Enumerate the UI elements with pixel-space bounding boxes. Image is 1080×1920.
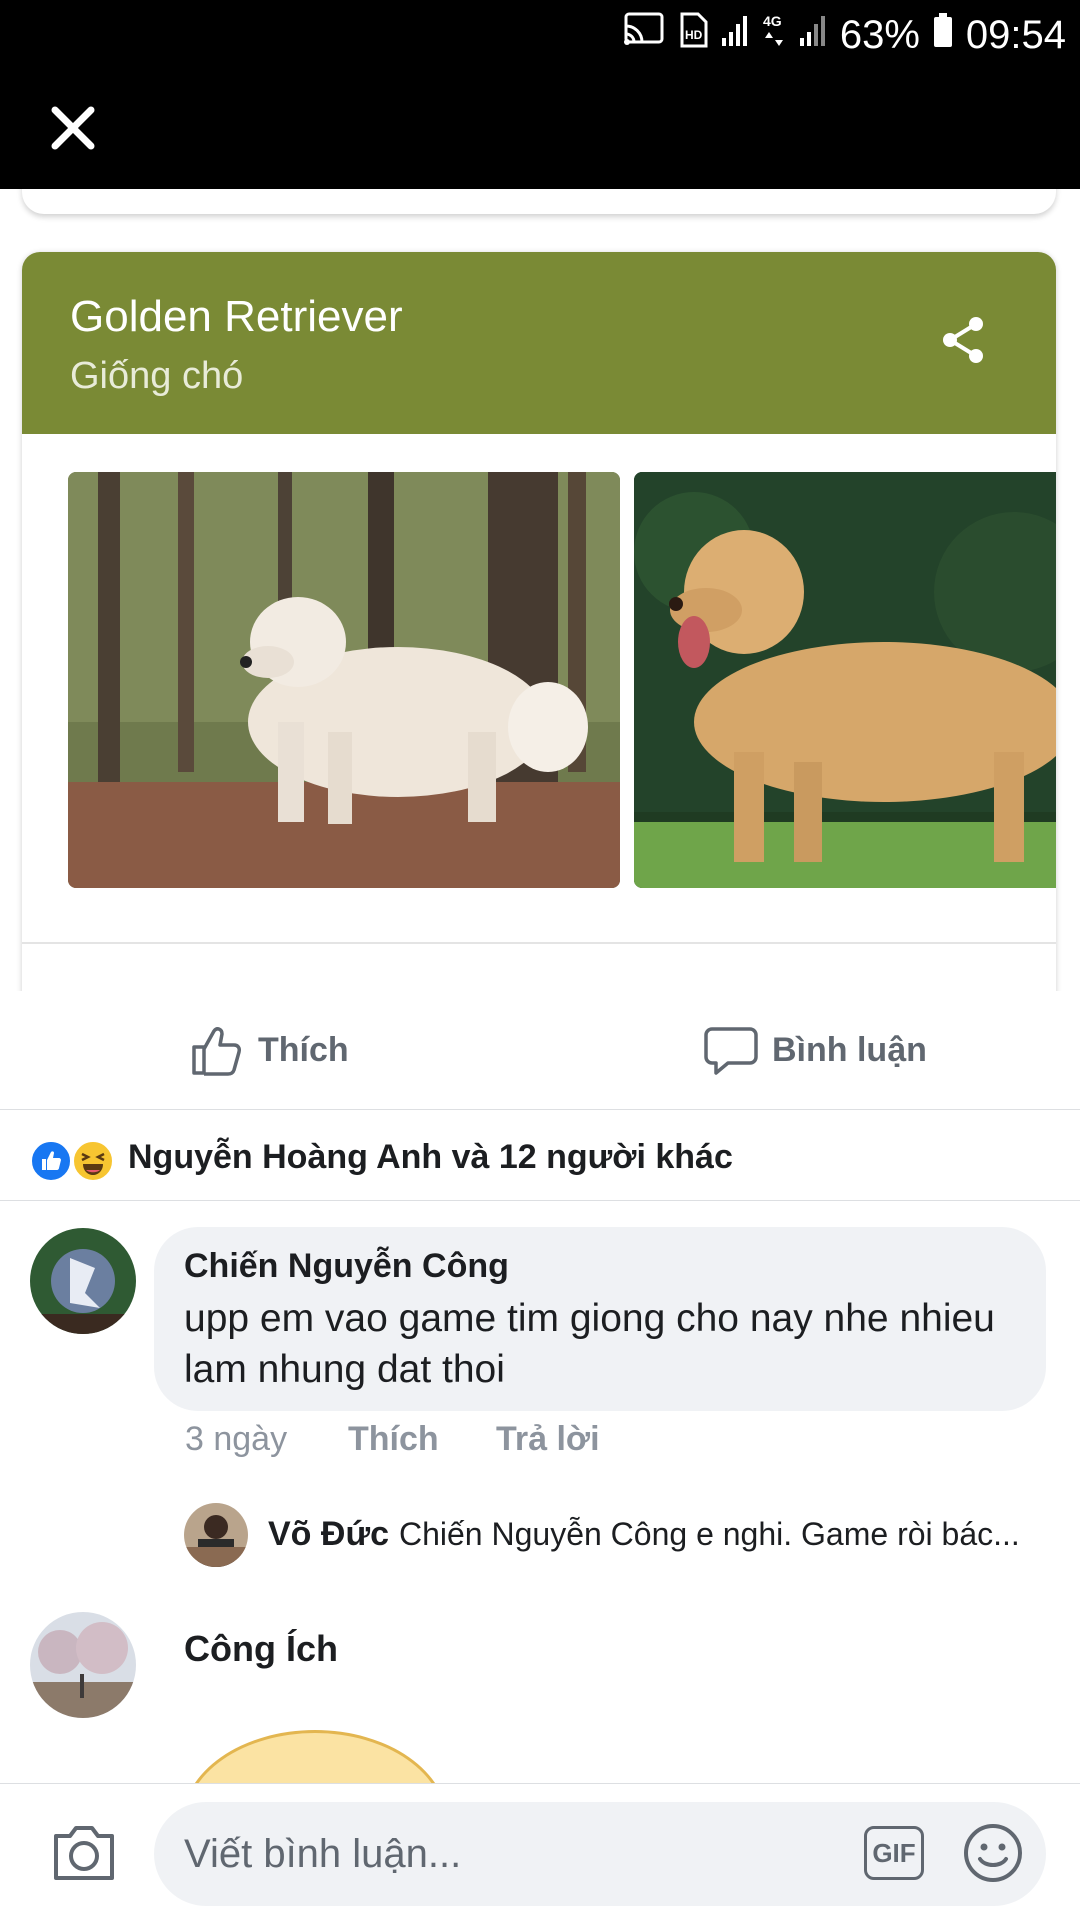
comment-icon	[704, 1027, 758, 1075]
like-button[interactable]: Thích	[190, 1015, 349, 1085]
comment-author[interactable]: Chiến Nguyễn Công	[184, 1247, 509, 1286]
signal-icon	[720, 13, 750, 58]
comment-placeholder: Viết bình luận...	[184, 1832, 462, 1876]
like-reaction-icon	[30, 1140, 72, 1182]
comment-composer: Viết bình luận... GIF	[0, 1783, 1080, 1920]
post-actions: Thích Bình luận	[0, 991, 1080, 1110]
haha-reaction-icon	[72, 1140, 114, 1182]
like-label: Thích	[258, 1030, 349, 1069]
reply-body: Chiến Nguyễn Công e nghi. Game ròi bác..…	[398, 1516, 1020, 1552]
battery-icon	[932, 12, 954, 58]
reply-author: Võ Đức	[268, 1515, 389, 1553]
avatar	[184, 1503, 248, 1567]
signal-icon	[798, 13, 828, 58]
emoji-button[interactable]	[962, 1822, 1024, 1884]
knowledge-card-header: Golden Retriever Giống chó	[22, 252, 1056, 434]
top-bar: HD 4G 63% 09:54	[0, 0, 1080, 189]
avatar[interactable]	[30, 1228, 136, 1334]
comment-author[interactable]: Công Ích	[184, 1628, 338, 1670]
reactions-summary[interactable]: Nguyễn Hoàng Anh và 12 người khác	[0, 1110, 1080, 1201]
svg-text:HD: HD	[685, 28, 703, 42]
camera-icon	[54, 1826, 114, 1880]
shared-image[interactable]: Golden Retriever Giống chó	[0, 189, 1080, 991]
knowledge-card-subtitle: Giống chó	[70, 355, 244, 397]
previous-card	[22, 189, 1056, 214]
comment-like-link[interactable]: Thích	[348, 1420, 439, 1459]
emoji-icon	[964, 1824, 1022, 1882]
dog-photo-forest	[68, 472, 620, 888]
battery-percent: 63%	[839, 12, 920, 57]
avatar[interactable]	[30, 1612, 136, 1718]
share-icon	[938, 314, 990, 366]
comment-text: upp em vao game tim giong cho nay nhe nh…	[184, 1297, 995, 1391]
close-icon	[51, 106, 95, 150]
gif-button[interactable]: GIF	[864, 1826, 924, 1880]
reactions-text[interactable]: Nguyễn Hoàng Anh và 12 người khác	[128, 1138, 733, 1177]
comment-reply-link[interactable]: Trả lời	[496, 1420, 600, 1459]
comment-time: 3 ngày	[185, 1420, 288, 1458]
clock: 09:54	[965, 12, 1066, 57]
camera-button[interactable]	[50, 1820, 118, 1884]
comment-label: Bình luận	[772, 1030, 927, 1069]
screen: HD 4G 63% 09:54 Golden Retriever Giống c…	[0, 0, 1080, 1920]
reaction-icons	[30, 1140, 120, 1182]
thumbs-up-icon	[192, 1027, 241, 1076]
reply-preview[interactable]: Võ Đức Chiến Nguyễn Công e nghi. Game ròi…	[184, 1503, 1044, 1569]
dog-photo-grass	[634, 472, 1056, 888]
card-divider	[22, 942, 1056, 944]
network-4g-icon: 4G	[762, 12, 786, 58]
status-bar: HD 4G 63% 09:54	[622, 10, 1066, 60]
knowledge-card-title: Golden Retriever	[70, 292, 403, 341]
comment-button[interactable]: Bình luận	[704, 1015, 927, 1085]
comment-input[interactable]: Viết bình luận... GIF	[154, 1802, 1046, 1906]
close-button[interactable]	[40, 95, 106, 161]
network-label: 4G	[763, 13, 782, 29]
reply-text: Võ Đức Chiến Nguyễn Công e nghi. Game ròi…	[268, 1515, 1048, 1554]
cast-icon	[622, 12, 666, 58]
comment-bubble[interactable]: Chiến Nguyễn Công upp em vao game tim gi…	[154, 1227, 1046, 1411]
knowledge-card: Golden Retriever Giống chó	[22, 252, 1056, 991]
hd-icon: HD	[678, 12, 708, 58]
